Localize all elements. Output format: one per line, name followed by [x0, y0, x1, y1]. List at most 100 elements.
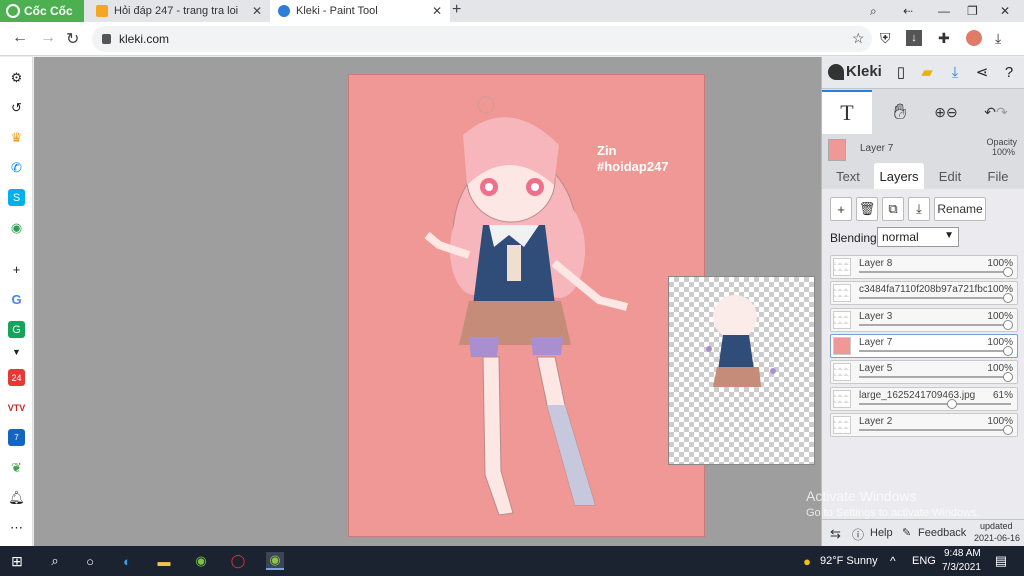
browser-brand[interactable]: Cốc Cốc — [0, 0, 84, 22]
duplicate-layer-button[interactable]: ⧉ — [882, 197, 904, 221]
minimize-icon[interactable]: — — [938, 0, 950, 22]
windows-start-icon[interactable]: ⊞ — [8, 552, 26, 570]
back-icon[interactable]: ⇠ — [903, 0, 913, 22]
settings-gear-icon[interactable]: ⚙ — [8, 69, 25, 86]
language-indicator[interactable]: ENG — [912, 555, 936, 567]
opacity-slider-track[interactable] — [859, 323, 1011, 326]
games-icon[interactable]: ◉ — [8, 219, 25, 236]
tab-edit[interactable]: Edit — [928, 163, 972, 189]
zoom-buttons[interactable]: ⊕ ⊖ — [926, 90, 966, 134]
forward-arrow-icon[interactable]: → — [40, 29, 56, 47]
coccoc-taskbar-icon[interactable]: ◉ — [192, 552, 210, 570]
search-tabs-icon[interactable]: ⌕ — [870, 0, 877, 22]
opacity-slider-knob[interactable] — [1003, 345, 1013, 356]
app-24h-icon[interactable]: 24 — [8, 369, 25, 386]
file-explorer-icon[interactable]: ▬ — [155, 552, 173, 570]
shield-icon[interactable]: ⛨ — [880, 30, 891, 47]
share-icon[interactable]: ⋖ — [973, 63, 991, 81]
layer-row[interactable]: Layer 3 100% — [830, 307, 1018, 332]
opacity-slider-track[interactable] — [859, 349, 1011, 352]
opacity-slider-knob[interactable] — [1003, 319, 1013, 330]
edge-icon[interactable]: ◐ — [118, 552, 136, 570]
task-view-icon[interactable]: ○ — [81, 552, 99, 570]
zoom-out-icon[interactable]: ⊖ — [946, 104, 958, 121]
crown-icon[interactable]: ♛ — [8, 129, 25, 146]
extensions-icon[interactable]: ✚ — [938, 30, 950, 47]
save-download-icon[interactable]: ⤓ — [946, 63, 964, 81]
zoom-in-icon[interactable]: ⊕ — [934, 104, 946, 121]
google-g-icon[interactable]: G — [8, 321, 25, 338]
new-image-icon[interactable]: ▯ — [892, 63, 910, 81]
weather-text[interactable]: 92°F Sunny — [820, 555, 878, 567]
clock-time[interactable]: 9:48 AM — [944, 548, 981, 559]
opera-icon[interactable]: ◯ — [229, 552, 247, 570]
close-window-icon[interactable]: ✕ — [1000, 0, 1010, 22]
tab-layers[interactable]: Layers — [874, 163, 924, 189]
blending-select[interactable]: normal ▼ — [877, 227, 959, 247]
leaf-icon[interactable]: ❦ — [8, 459, 25, 476]
new-tab-icon[interactable]: + — [452, 1, 461, 19]
close-tab-icon[interactable]: ✕ — [432, 4, 442, 18]
chevron-down-icon[interactable]: ▼ — [8, 343, 25, 360]
star-icon[interactable]: ☆ — [852, 30, 865, 47]
more-icon[interactable]: ⋯ — [8, 519, 25, 536]
add-layer-button[interactable]: + — [830, 197, 852, 221]
download-video-icon[interactable]: ↓ — [906, 30, 922, 46]
feedback-link[interactable]: Feedback — [918, 527, 966, 539]
delete-layer-button[interactable]: 🗑︎ — [856, 197, 878, 221]
undo-icon[interactable]: ↶ — [984, 104, 996, 121]
artboard-canvas[interactable]: Zin #hoidap247 — [348, 74, 705, 537]
messenger-icon[interactable]: ✆ — [8, 159, 25, 176]
opacity-slider-knob[interactable] — [1003, 293, 1013, 304]
back-arrow-icon[interactable]: ← — [12, 29, 28, 47]
history-icon[interactable]: ↺ — [8, 99, 25, 116]
add-shortcut-icon[interactable]: + — [8, 261, 25, 278]
news-icon[interactable]: 7 — [8, 429, 25, 446]
tab-kleki[interactable]: Kleki - Paint Tool ✕ — [270, 0, 450, 22]
hand-tool-button[interactable]: ✋︎ — [880, 90, 920, 134]
opacity-slider-knob[interactable] — [1003, 424, 1013, 435]
help-circle-icon[interactable]: ? — [1000, 63, 1018, 81]
layer-row[interactable]: c3484fa7110f208b97a721fbc 100% — [830, 281, 1018, 306]
opacity-slider-track[interactable] — [859, 376, 1011, 379]
maximize-icon[interactable]: ❐ — [967, 0, 978, 22]
close-tab-icon[interactable]: ✕ — [252, 4, 262, 18]
layer-row[interactable]: Layer 7 100% — [830, 333, 1018, 358]
downloads-icon[interactable]: ⤓ — [995, 30, 1001, 47]
avatar[interactable] — [966, 30, 982, 46]
help-link[interactable]: Help — [870, 527, 893, 539]
swap-side-icon[interactable]: ⇆ — [830, 526, 841, 542]
vtv-icon[interactable]: VTV — [8, 399, 26, 416]
tab-hoidap[interactable]: Hỏi đáp 247 - trang tra loi ✕ — [88, 0, 270, 22]
opacity-slider-track[interactable] — [859, 428, 1011, 431]
redo-icon[interactable]: ↷ — [996, 104, 1008, 121]
tray-chevron-icon[interactable]: ^ — [890, 554, 896, 568]
tab-text[interactable]: Text — [826, 163, 870, 189]
opacity-slider-track[interactable] — [859, 402, 1011, 405]
opacity-slider-knob[interactable] — [946, 398, 957, 409]
undo-redo-buttons[interactable]: ↶ ↷ — [974, 90, 1018, 134]
kleki-taskbar-icon[interactable]: ◉ — [266, 552, 284, 570]
bell-icon[interactable]: 🔔︎ — [8, 489, 25, 506]
layer-row[interactable]: Layer 2 100% — [830, 412, 1018, 437]
skype-icon[interactable]: S — [8, 189, 25, 206]
opacity-slider-track[interactable] — [859, 297, 1011, 300]
open-folder-icon[interactable]: ▰ — [918, 63, 936, 81]
opacity-slider-track[interactable] — [859, 271, 1011, 273]
layer-row[interactable]: large_1625241709463.jpg 61% — [830, 386, 1018, 411]
notification-icon[interactable]: ▤ — [992, 552, 1010, 570]
tab-file[interactable]: File — [976, 163, 1020, 189]
search-icon[interactable]: ⌕ — [46, 552, 64, 570]
drawing-area[interactable]: Zin #hoidap247 — [34, 57, 821, 546]
google-icon[interactable]: G — [8, 291, 25, 308]
opacity-slider-knob[interactable] — [1003, 267, 1013, 277]
rename-layer-button[interactable]: Rename — [934, 197, 986, 221]
opacity-slider-knob[interactable] — [1003, 372, 1013, 383]
reload-icon[interactable]: ↻ — [66, 29, 79, 49]
text-tool-button[interactable]: T — [822, 90, 872, 134]
kleki-logo[interactable]: Kleki — [828, 63, 882, 80]
layer-row[interactable]: Layer 8 100% — [830, 255, 1018, 279]
clock-date[interactable]: 7/3/2021 — [942, 562, 981, 573]
merge-layer-button[interactable]: ⤓ — [908, 197, 930, 221]
layer-row[interactable]: Layer 5 100% — [830, 360, 1018, 385]
